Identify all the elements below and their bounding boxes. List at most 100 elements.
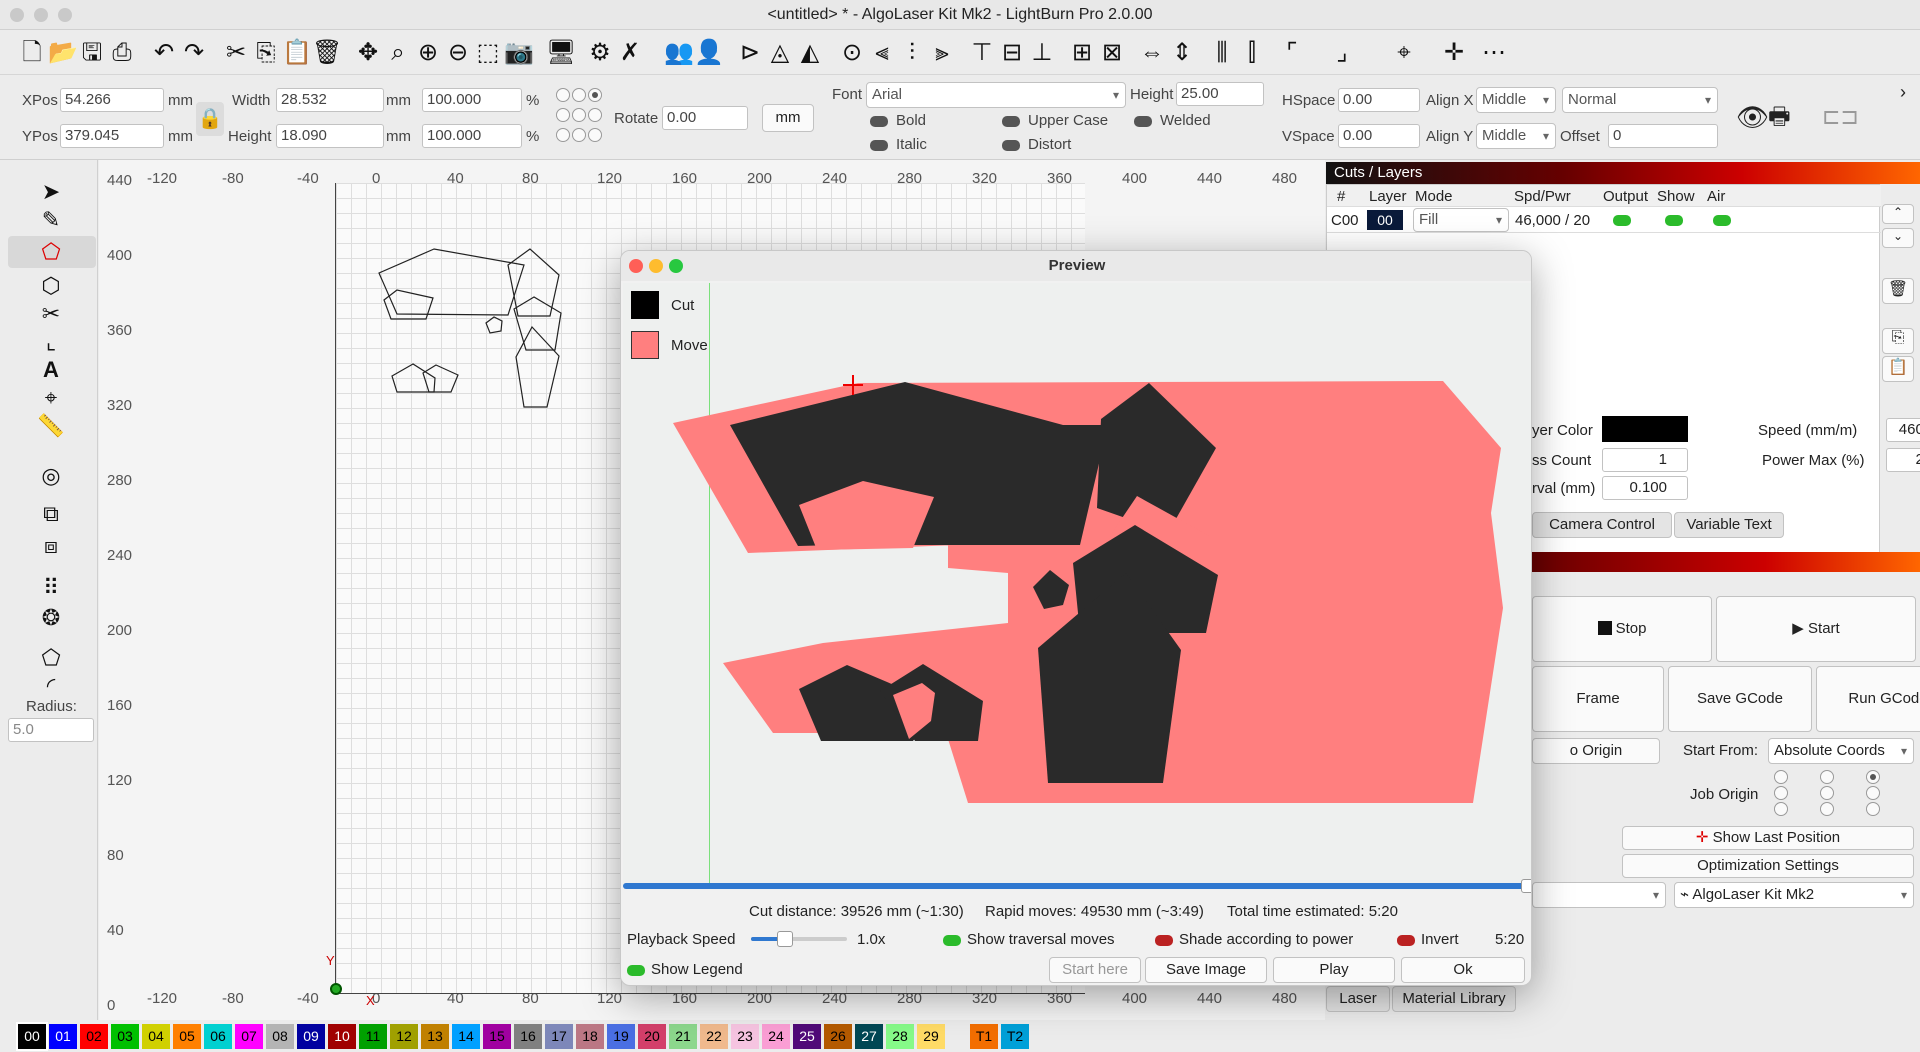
users-icon[interactable]: 👥	[664, 39, 694, 67]
save-gcode-button[interactable]: Save GCode	[1668, 666, 1812, 732]
table-row[interactable]: C00 00 Fill 46,000 / 20	[1327, 207, 1881, 233]
power-field[interactable]: 20.00	[1886, 448, 1920, 472]
job-origin-radio[interactable]	[1820, 802, 1834, 816]
origin-radio[interactable]	[588, 108, 602, 122]
zoom-fit-icon[interactable]: ⌕	[384, 39, 412, 67]
upper-case-toggle[interactable]	[1002, 116, 1020, 127]
aligny-dropdown[interactable]: Middle	[1476, 123, 1556, 149]
crosshair-icon[interactable]: ✛	[1440, 39, 1468, 67]
move-up-button[interactable]: ⌃	[1882, 204, 1914, 224]
palette-swatch[interactable]: 05	[173, 1024, 201, 1049]
show-toggle[interactable]	[1665, 215, 1683, 226]
origin-radio[interactable]	[556, 128, 570, 142]
stop-button[interactable]: Stop	[1532, 596, 1712, 662]
maximize-preview-icon[interactable]	[669, 259, 683, 273]
interval-field[interactable]: 0.100	[1602, 476, 1688, 500]
palette-swatch[interactable]: 27	[855, 1024, 883, 1049]
welded-toggle[interactable]	[1134, 116, 1152, 127]
vspace-field[interactable]: 0.00	[1338, 124, 1420, 148]
shade-power-toggle[interactable]	[1155, 935, 1173, 946]
unit-toggle-button[interactable]: mm	[762, 104, 814, 132]
xpos-field[interactable]: 54.266	[60, 88, 164, 112]
pass-count-field[interactable]: 1	[1602, 448, 1688, 472]
origin-radio[interactable]	[556, 108, 570, 122]
layer-badge[interactable]: 00	[1367, 210, 1403, 230]
origin-radio[interactable]	[556, 88, 570, 102]
palette-swatch[interactable]: T1	[970, 1024, 998, 1049]
palette-swatch[interactable]: 21	[669, 1024, 697, 1049]
alignx-dropdown[interactable]: Middle	[1476, 87, 1556, 113]
tab-material-library[interactable]: Material Library	[1392, 986, 1516, 1012]
center-icon[interactable]: ⊙	[838, 39, 866, 67]
printer-icon[interactable]: 🖶	[1768, 102, 1798, 132]
palette-swatch[interactable]: 00	[16, 1022, 48, 1051]
start-from-dropdown[interactable]: Absolute Coords	[1768, 738, 1914, 764]
mode-dropdown[interactable]: Fill	[1413, 208, 1509, 232]
palette-swatch[interactable]: 22	[700, 1024, 728, 1049]
job-origin-radio[interactable]	[1866, 786, 1880, 800]
palette-swatch[interactable]: 08	[266, 1024, 294, 1049]
undo-icon[interactable]: ↶	[150, 39, 178, 67]
offset-tool-icon[interactable]: ◎	[36, 462, 66, 490]
measure-tool-icon[interactable]: 📏	[36, 412, 66, 440]
chevron-right-icon[interactable]: ›	[1900, 82, 1916, 106]
playback-speed-handle[interactable]	[777, 931, 793, 947]
palette-swatch[interactable]: 04	[142, 1024, 170, 1049]
text-tool-icon[interactable]: A	[36, 356, 66, 384]
tab-laser[interactable]: Laser	[1326, 986, 1390, 1012]
align-bottom-icon[interactable]: ⊥	[1028, 39, 1056, 67]
redo-icon[interactable]: ↷	[180, 39, 208, 67]
zoom-frame-icon[interactable]: ⬚	[474, 39, 502, 67]
eye-icon[interactable]: 👁	[1736, 102, 1769, 132]
paste-layer-icon[interactable]: 📋	[1882, 356, 1914, 382]
origin-radio[interactable]	[588, 128, 602, 142]
origin-radio[interactable]	[588, 88, 602, 102]
offset-field[interactable]: 0	[1608, 124, 1718, 148]
palette-swatch[interactable]: 01	[49, 1024, 77, 1049]
camera-icon[interactable]: 📷	[504, 39, 534, 67]
tab-camera-control[interactable]: Camera Control	[1532, 512, 1672, 538]
measure-icon[interactable]: ⌖	[1390, 39, 1418, 67]
dock-right-icon[interactable]: ⫿	[1238, 39, 1266, 67]
preview-canvas[interactable]: Cut Move	[623, 283, 1531, 885]
tools-icon[interactable]: ✗	[616, 39, 644, 67]
copy-layer-icon[interactable]: ⎘	[1882, 328, 1914, 354]
dock-icon[interactable]: ⫼	[1208, 39, 1236, 67]
air-toggle[interactable]	[1713, 215, 1731, 226]
palette-swatch[interactable]: 17	[545, 1024, 573, 1049]
distribute-h-icon[interactable]: ⊞	[1068, 39, 1096, 67]
space-h-icon[interactable]: ⇔	[1138, 39, 1166, 67]
move-down-button[interactable]: ⌄	[1882, 228, 1914, 248]
palette-swatch[interactable]: 18	[576, 1024, 604, 1049]
mirror-line-icon[interactable]: ◭	[796, 39, 824, 67]
align-center-icon[interactable]: ⫶	[898, 39, 926, 67]
bold-toggle[interactable]	[870, 116, 888, 127]
cut-tool-icon[interactable]: ✂	[222, 39, 250, 67]
font-height-field[interactable]: 25.00	[1176, 82, 1264, 106]
settings-icon[interactable]: ⚙	[586, 39, 614, 67]
show-legend-toggle[interactable]	[627, 965, 645, 976]
lock-ratio-icon[interactable]: 🔒	[196, 102, 224, 136]
speed-field[interactable]: 46000.0	[1886, 418, 1920, 442]
delete-layer-icon[interactable]: 🗑	[1882, 278, 1914, 304]
pentagon-shape[interactable]	[422, 364, 459, 393]
palette-swatch[interactable]: 29	[917, 1024, 945, 1049]
pentagon-shape[interactable]	[507, 248, 560, 317]
user-icon[interactable]: 👤	[694, 39, 724, 67]
origin-radio[interactable]	[572, 88, 586, 102]
playback-speed-slider[interactable]	[751, 937, 847, 941]
frame-tool-icon[interactable]: ⌞	[36, 328, 66, 356]
export-icon[interactable]: ⎙	[108, 39, 136, 67]
origin-radio[interactable]	[572, 108, 586, 122]
position-tool-icon[interactable]: ⌖	[36, 384, 66, 412]
new-file-icon[interactable]: 🗋	[18, 39, 46, 67]
pen-tool-icon[interactable]: ✎	[36, 206, 66, 234]
select-tool-icon[interactable]: ➤	[36, 178, 66, 206]
close-window-icon[interactable]	[10, 8, 24, 22]
palette-swatch[interactable]: 15	[483, 1024, 511, 1049]
palette-swatch[interactable]: 12	[390, 1024, 418, 1049]
font-dropdown[interactable]: Arial	[866, 82, 1126, 108]
palette-swatch[interactable]: 23	[731, 1024, 759, 1049]
corner-bottomright-icon[interactable]: ⌟	[1328, 39, 1356, 67]
scale-height-field[interactable]: 100.000	[422, 124, 522, 148]
